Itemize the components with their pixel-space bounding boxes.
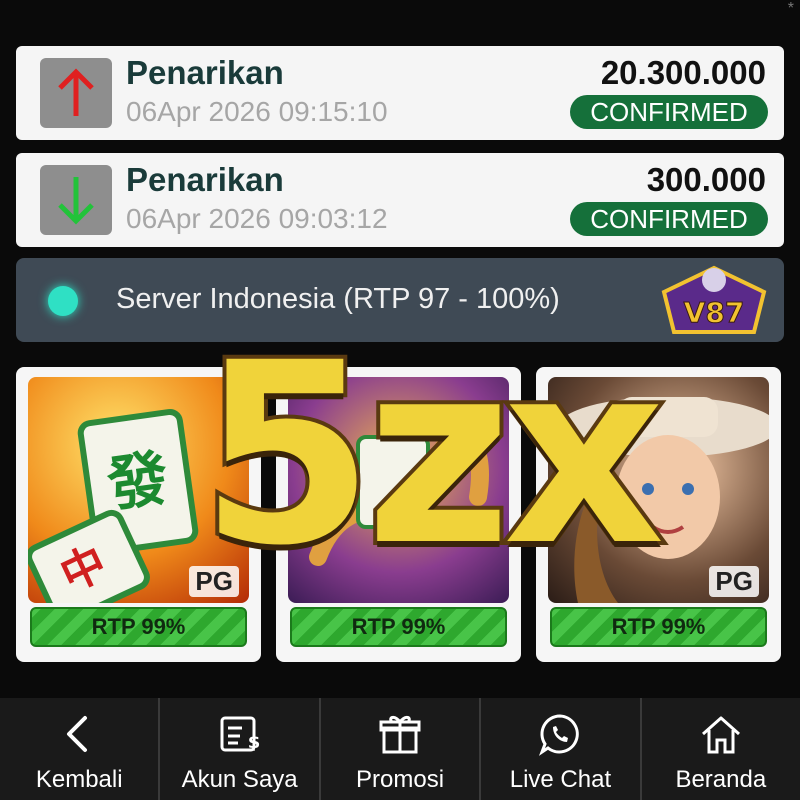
- promo-overlay-text: 5zx: [196, 306, 669, 604]
- v87-logo: V87: [661, 265, 767, 334]
- gift-icon: [379, 715, 421, 754]
- transaction-date: 06Apr 2026 09:03:12: [126, 203, 388, 234]
- logo-text: V87: [684, 296, 745, 329]
- status-badge: CONFIRMED: [570, 95, 768, 129]
- whatsapp-icon: [539, 714, 580, 756]
- transaction-amount: 300.000: [646, 161, 766, 198]
- nav-label: Live Chat: [509, 766, 612, 793]
- arrow-down-icon: [40, 165, 112, 235]
- provider-label: PG: [709, 566, 759, 597]
- bottom-navigation: Kembali $ Akun Saya Promosi Live Chat Be…: [0, 698, 800, 800]
- star-icon: *: [787, 0, 794, 17]
- rtp-badge: RTP 99%: [30, 607, 247, 647]
- nav-account-button[interactable]: $ Akun Saya: [160, 698, 321, 800]
- transaction-date: 06Apr 2026 09:15:10: [126, 96, 388, 127]
- nav-home-button[interactable]: Beranda: [642, 698, 800, 800]
- invoice-dollar-icon: $: [220, 716, 260, 753]
- nav-label: Kembali: [35, 766, 123, 793]
- rtp-badge: RTP 99%: [550, 607, 767, 647]
- arrow-up-icon: [40, 58, 112, 128]
- nav-label: Akun Saya: [181, 766, 298, 793]
- chevron-left-icon: [67, 716, 88, 752]
- nav-label: Beranda: [675, 766, 767, 793]
- home-icon: [701, 716, 740, 754]
- server-indicator-icon: [48, 286, 78, 316]
- nav-live-chat-button[interactable]: Live Chat: [481, 698, 642, 800]
- transaction-title: Penarikan: [126, 54, 284, 91]
- transaction-amount: 20.300.000: [600, 54, 766, 91]
- transaction-card[interactable]: Penarikan 06Apr 2026 09:15:10 20.300.000…: [16, 46, 784, 140]
- svg-text:發: 發: [102, 443, 172, 521]
- transaction-card[interactable]: Penarikan 06Apr 2026 09:03:12 300.000 CO…: [16, 153, 784, 247]
- transaction-title: Penarikan: [126, 161, 284, 198]
- status-badge: CONFIRMED: [570, 202, 768, 236]
- svg-text:$: $: [247, 732, 260, 753]
- rtp-badge: RTP 99%: [290, 607, 507, 647]
- nav-label: Promosi: [356, 766, 445, 793]
- nav-promo-button[interactable]: Promosi: [321, 698, 482, 800]
- nav-back-button[interactable]: Kembali: [0, 698, 161, 800]
